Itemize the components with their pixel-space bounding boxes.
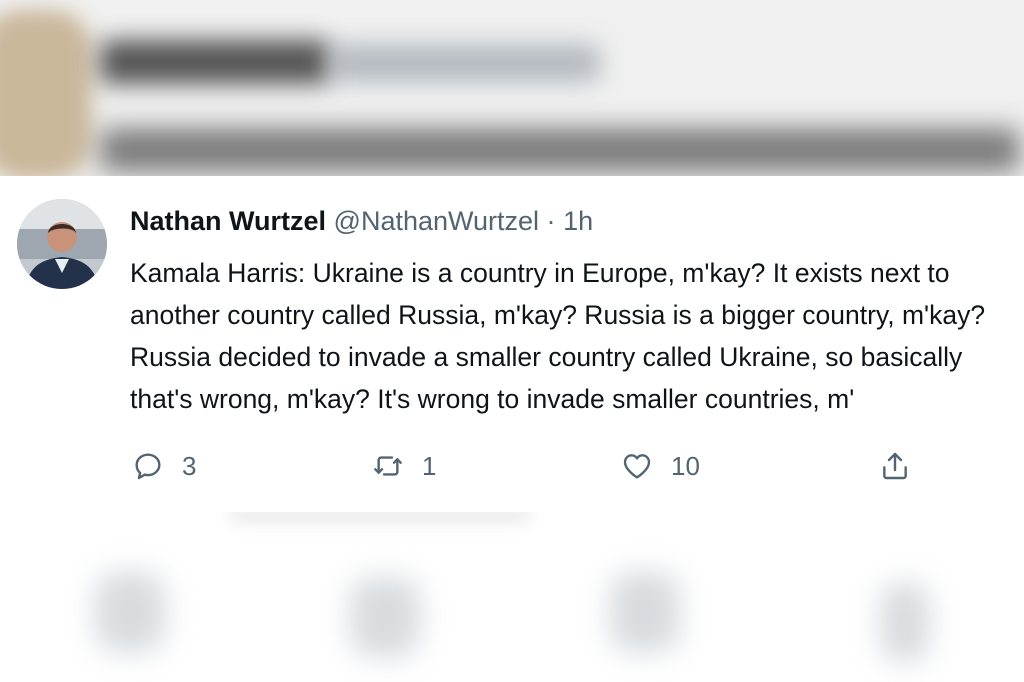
like-count: 10 — [671, 450, 700, 481]
blurred-text — [100, 128, 1020, 172]
reply-button[interactable]: 3 — [132, 446, 196, 486]
tweet[interactable]: Nathan Wurtzel @NathanWurtzel · 1h Kamal… — [0, 176, 1024, 512]
blurred-name — [100, 40, 330, 84]
like-button[interactable]: 10 — [621, 446, 700, 486]
share-icon — [883, 452, 907, 480]
blurred-avatar — [0, 10, 92, 176]
blurred-blob — [95, 572, 165, 652]
blurred-blob — [350, 577, 420, 657]
retweet-button[interactable]: 1 — [372, 446, 436, 486]
blurred-blob — [880, 582, 930, 662]
separator-dot: · — [546, 206, 556, 236]
retweet-icon — [374, 456, 402, 476]
blurred-previous-tweet — [0, 0, 1024, 176]
tweet-time[interactable]: 1h — [563, 206, 593, 236]
share-button[interactable] — [879, 446, 911, 486]
avatar-photo — [17, 199, 107, 289]
author-handle[interactable]: @NathanWurtzel — [334, 206, 540, 236]
tweet-text-line: Kamala Harris: Ukraine is a country in E… — [130, 258, 950, 288]
author-name[interactable]: Nathan Wurtzel — [130, 206, 326, 236]
avatar[interactable] — [17, 199, 107, 289]
blurred-next-content — [0, 512, 1024, 682]
tweet-text: Kamala Harris: Ukraine is a country in E… — [130, 252, 1022, 420]
reply-icon — [135, 453, 161, 480]
retweet-count: 1 — [422, 450, 437, 481]
heart-icon — [623, 454, 651, 479]
tweet-header: Nathan Wurtzel @NathanWurtzel · 1h — [130, 204, 593, 238]
blurred-line — [230, 512, 530, 522]
reply-count: 3 — [182, 450, 197, 481]
tweet-actions: 3 1 10 — [0, 446, 1024, 486]
blurred-handle — [330, 44, 600, 82]
tweet-text-line: that's wrong, m'kay? It's wrong to invad… — [130, 384, 855, 414]
tweet-text-line: another country called Russia, m'kay? Ru… — [130, 300, 986, 330]
tweet-text-line: Russia decided to invade a smaller count… — [130, 342, 963, 372]
blurred-blob — [610, 572, 680, 652]
